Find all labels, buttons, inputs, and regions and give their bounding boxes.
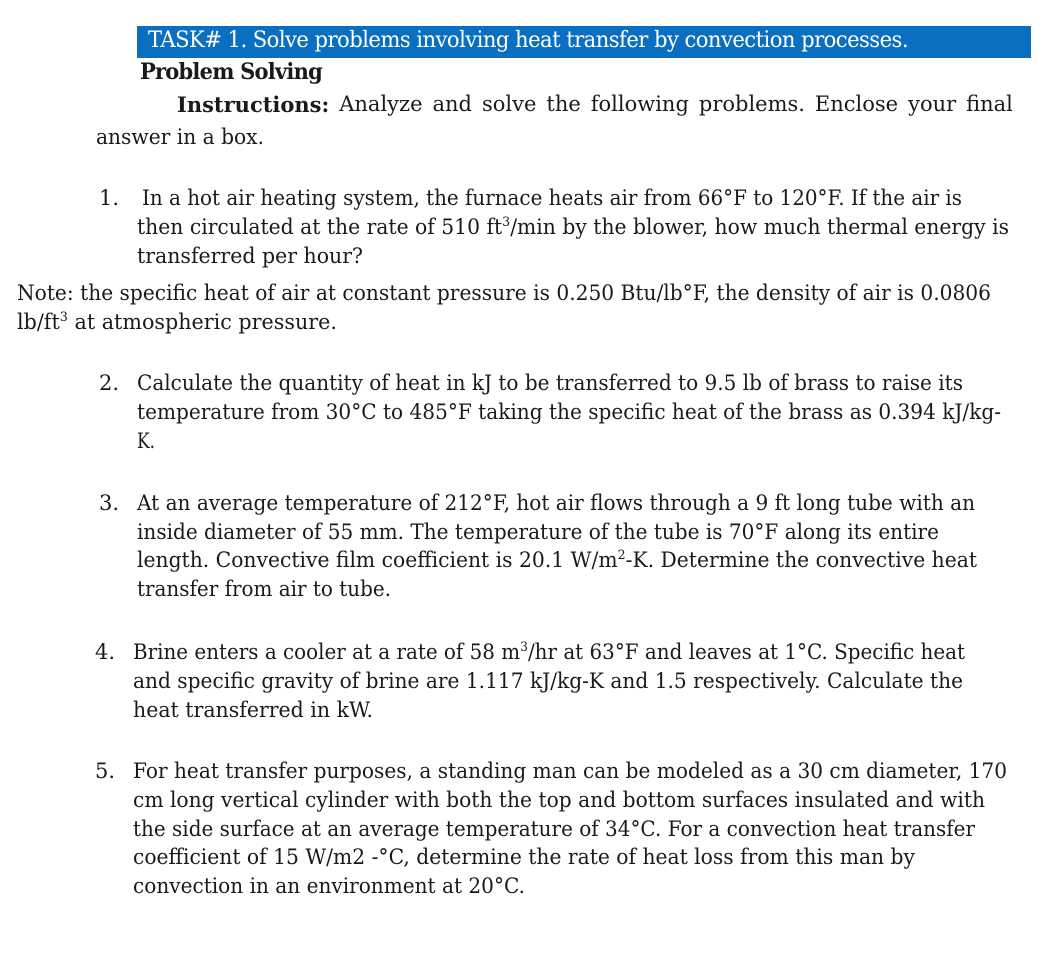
problem-number: 5.	[95, 759, 116, 783]
problem-line: length. Convective film coefficient is 2…	[137, 548, 977, 572]
problem-number: 2.	[99, 371, 120, 395]
problem-line: heat transferred in kW.	[133, 698, 373, 722]
instructions-word: following	[590, 92, 689, 116]
problem-line: coefficient of 15 W/m2 -°C, determine th…	[133, 845, 915, 869]
instructions-continuation: answer in a box.	[96, 125, 264, 149]
problem-line: convection in an environment at 20°C.	[133, 874, 525, 898]
note-line: Note: the specific heat of air at consta…	[17, 281, 991, 305]
instructions-word: your	[908, 92, 957, 116]
problem-line: Brine enters a cooler at a rate of 58 m3…	[133, 640, 965, 664]
instructions-label: Instructions:	[177, 92, 330, 117]
problem-line: transfer from air to tube.	[137, 577, 391, 601]
problem-number: 3.	[99, 491, 120, 515]
section-heading: Problem Solving	[140, 59, 323, 85]
instructions-word: the	[546, 92, 581, 116]
problem-line: inside diameter of 55 mm. The temperatur…	[137, 520, 939, 544]
instructions-word: Analyze	[339, 92, 423, 116]
problem-line: the side surface at an average temperatu…	[133, 817, 975, 841]
problem-line: For heat transfer purposes, a standing m…	[133, 759, 1007, 783]
problem-line: At an average temperature of 212°F, hot …	[137, 491, 975, 515]
instructions-word: solve	[481, 92, 537, 116]
instructions-line: Instructions: Analyze and solve the foll…	[177, 92, 1013, 117]
problem-line: In a hot air heating system, the furnace…	[142, 186, 962, 210]
problem-line: and specific gravity of brine are 1.117 …	[133, 669, 963, 693]
problem-line: then circulated at the rate of 510 ft3/m…	[137, 215, 1009, 239]
instructions-word: Enclose	[814, 92, 899, 116]
note-line: lb/ft3 at atmospheric pressure.	[17, 310, 338, 334]
problem-line: K.	[137, 429, 155, 453]
instructions-word: and	[432, 92, 473, 116]
problem-line: temperature from 30°C to 485°F taking th…	[137, 400, 1001, 424]
problem-number: 1.	[99, 186, 120, 210]
instructions-word: problems.	[698, 92, 805, 116]
instructions-word: final	[966, 92, 1013, 116]
problem-line: transferred per hour?	[137, 244, 363, 268]
problem-line: Calculate the quantity of heat in kJ to …	[137, 371, 963, 395]
problem-line: cm long vertical cylinder with both the …	[133, 788, 985, 812]
task-title: TASK# 1. Solve problems involving heat t…	[148, 27, 909, 53]
problem-number: 4.	[95, 640, 116, 664]
